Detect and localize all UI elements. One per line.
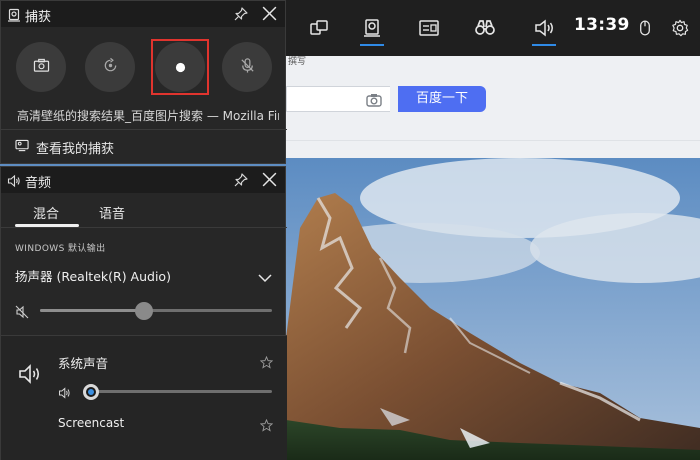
view-captures-label: 查看我的捕获 [36,142,115,157]
speaker-icon [7,173,21,188]
game-bar-top-strip [286,0,700,56]
capture-panel-header[interactable]: 捕获 [1,1,285,27]
app-name-screencast: Screencast [58,416,125,430]
system-sounds-volume-thumb[interactable] [83,384,99,400]
view-captures-link[interactable]: 查看我的捕获 [15,138,114,157]
audio-panel-header[interactable]: 音频 [1,167,285,193]
capture-source-title: 高清壁纸的搜索结果_百度图片搜索 — Mozilla Firefox [17,109,279,123]
master-volume-fill [40,309,144,312]
mic-toggle-button[interactable] [222,42,272,92]
mic-off-icon [239,57,256,78]
binoculars-icon[interactable] [460,0,510,56]
speaker-icon[interactable] [58,384,72,399]
multi-window-icon[interactable] [294,0,344,56]
system-sounds-volume-slider[interactable] [83,384,272,400]
master-volume-thumb[interactable] [135,302,153,320]
gallery-icon [15,139,30,156]
master-volume-slider[interactable] [40,302,272,320]
audio-divider [1,227,287,228]
tab-mix[interactable]: 混合 [33,203,59,222]
speaker-muted-icon[interactable] [15,304,29,319]
camera-icon[interactable] [366,92,382,107]
camera-icon [33,58,50,77]
output-device-select[interactable]: 扬声器 (Realtek(R) Audio) [15,266,171,285]
star-icon[interactable] [259,354,274,369]
capture-panel-title: 捕获 [25,10,52,25]
capture-icon [7,7,21,22]
replay-icon [102,57,119,78]
browser-divider [286,140,700,141]
audio-panel-title: 音频 [25,176,52,191]
close-icon[interactable] [261,171,278,188]
star-icon[interactable] [259,417,274,432]
speaker-icon[interactable] [519,0,569,56]
close-icon[interactable] [261,5,278,22]
gear-icon[interactable] [658,0,700,56]
app-volume-list [1,336,287,460]
performance-icon[interactable] [404,0,454,56]
screenshot-button[interactable] [16,42,66,92]
record-last-button[interactable] [85,42,135,92]
capture-icon[interactable] [347,0,397,56]
app-name-system-sounds: 系统声音 [58,356,109,371]
audio-panel: 音频 混合 语音 WINDOWS 默认输出 扬声器 (Realtek(R) Au… [0,166,287,460]
capture-divider [1,129,287,130]
output-section-label: WINDOWS 默认输出 [15,244,106,254]
baidu-search-button[interactable]: 百度一下 [398,86,486,112]
pin-icon[interactable] [233,6,249,22]
clock-time: 13:39 [574,15,630,35]
pin-icon[interactable] [233,172,249,188]
capture-panel: 捕获 高清壁纸的搜索结果_百度图片搜索 — Mozilla Firefox 查看… [0,0,287,164]
browser-strip-text: 撰写 [288,57,307,67]
tab-voice[interactable]: 语音 [99,203,125,222]
recording-highlight-box [151,39,209,95]
chevron-down-icon[interactable] [257,268,273,283]
speaker-icon [17,363,43,385]
